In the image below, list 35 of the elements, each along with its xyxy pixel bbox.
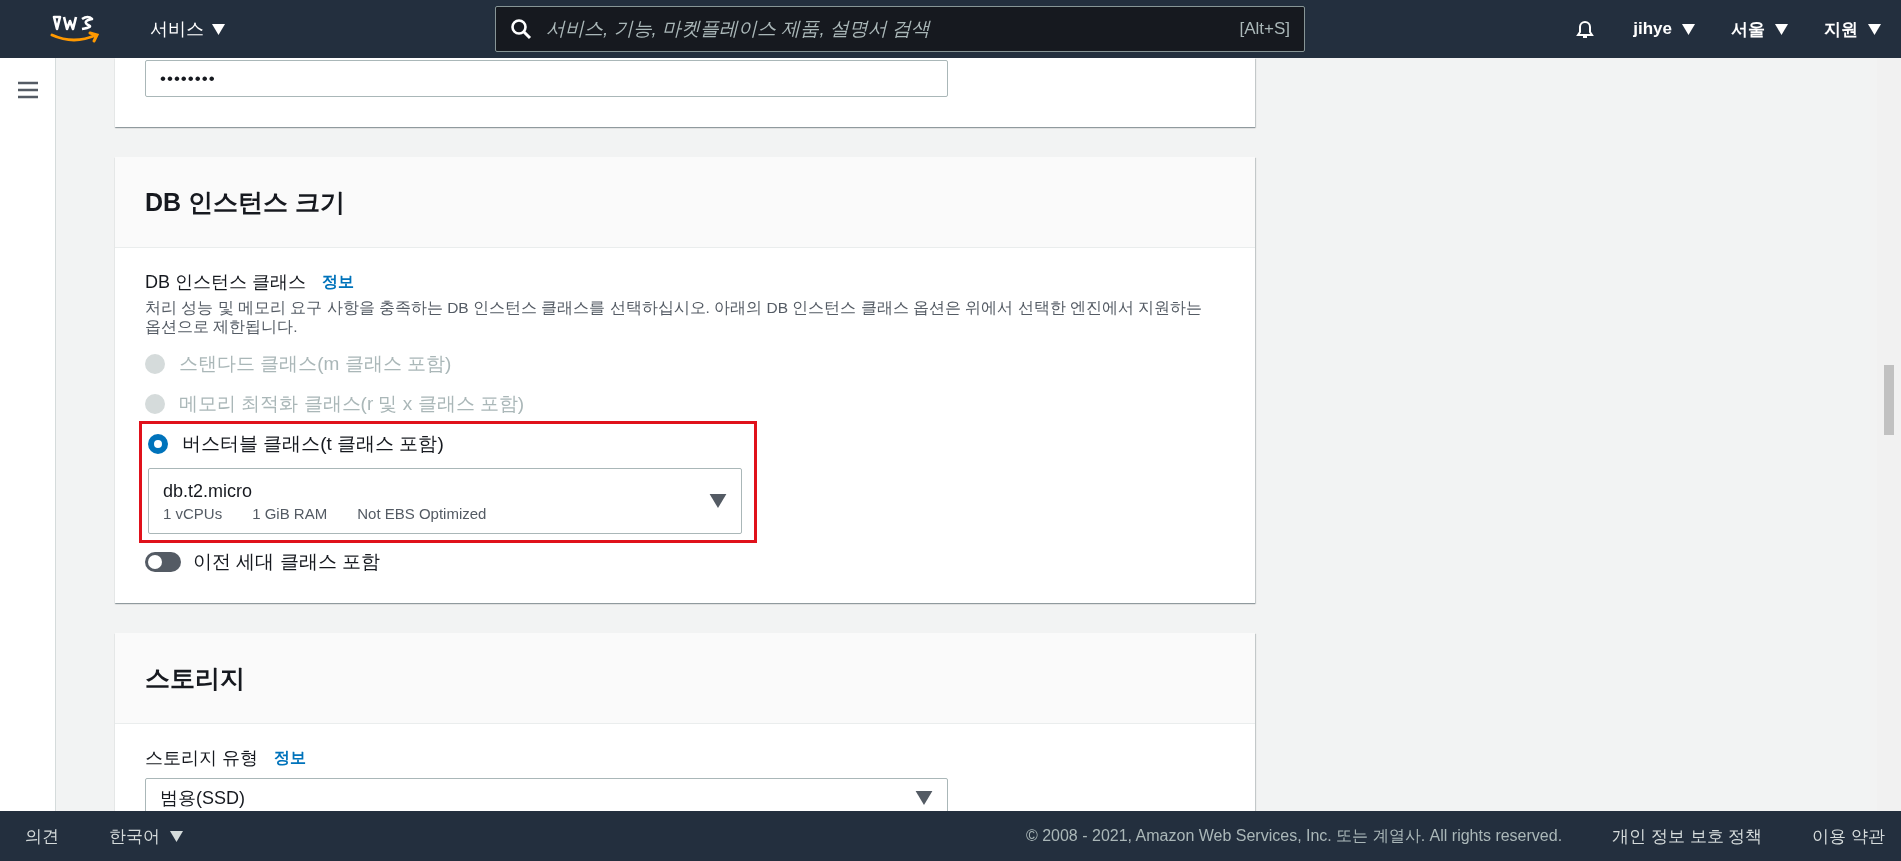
footer-link[interactable]: 개인 정보 보호 정책 [1612, 824, 1763, 848]
info-link[interactable]: 정보 [322, 271, 354, 293]
storage-type-select[interactable]: 범용(SSD) [145, 778, 948, 811]
radio-option[interactable]: 버스터블 클래스(t 클래스 포함) [148, 424, 444, 464]
password-field[interactable]: •••••••• [145, 60, 948, 97]
section-title: 스토리지 [145, 662, 245, 694]
toggle-option[interactable]: 이전 세대 클래스 포함 [145, 549, 380, 575]
search-input[interactable]: 서비스, 기능, 마켓플레이스 제품, 설명서 검색 [544, 17, 1228, 41]
region-menu[interactable]: 서울 [1731, 17, 1788, 41]
info-link[interactable]: 정보 [274, 747, 306, 769]
radio-button[interactable] [148, 434, 168, 454]
user-menu[interactable]: jihye [1633, 19, 1695, 39]
caret-icon [1868, 23, 1881, 35]
caret-icon [915, 791, 933, 805]
field-label: DB 인스턴스 클래스 [145, 271, 306, 294]
caret-icon [709, 494, 727, 508]
caret-icon [170, 830, 183, 842]
support-menu[interactable]: 지원 [1824, 17, 1881, 41]
instance-class-select[interactable]: db.t2.micro 1 vCPUs 1 GiB RAM Not EBS Optimized [148, 468, 742, 534]
caret-icon [212, 23, 225, 35]
field-description: 처리 성능 및 메모리 요구 사항을 충족하는 DB 인스턴스 클래스를 선택하십시오. 아래의 DB 인스턴스 클래스 옵션은 위에서 선택한 엔진에서 지원하는 옵션으로 제한됩니다. [145, 298, 1204, 336]
feedback-link[interactable]: 의견 [25, 824, 59, 848]
footer-link[interactable]: 이용 약관 [1812, 824, 1885, 848]
copyright-text: © 2008 - 2021, Amazon Web Services, Inc. 또는 계열사. All rights reserved. [1025, 825, 1563, 846]
field-label: 스토리지 유형 [145, 747, 258, 770]
search-field[interactable]: 서비스, 기능, 마켓플레이스 제품, 설명서 검색 [Alt+S] [495, 6, 1305, 52]
toggle-switch[interactable] [145, 552, 181, 572]
menu-icon[interactable] [15, 80, 40, 100]
caret-icon [1775, 23, 1788, 35]
language-menu[interactable]: 한국어 [109, 824, 183, 848]
caret-icon [1682, 23, 1695, 35]
section-title: DB 인스턴스 크기 [145, 186, 345, 218]
shortcut-hint: [Alt+S] [1239, 19, 1290, 39]
search-icon [510, 18, 532, 40]
services-menu[interactable]: 서비스 [150, 17, 225, 41]
